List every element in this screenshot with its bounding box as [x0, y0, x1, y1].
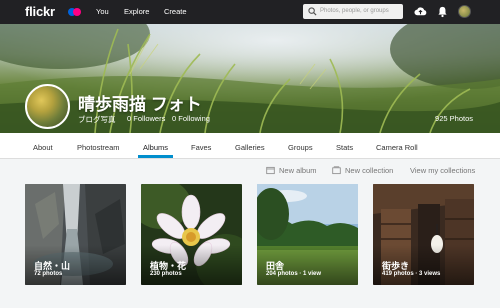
tab-photostream[interactable]: Photostream [77, 143, 120, 152]
album-card-nature-mountain[interactable]: 自然・山 72 photos [25, 184, 126, 285]
followers-link[interactable]: 0 Followers [127, 114, 165, 123]
album-meta: 72 photos [34, 271, 63, 277]
cover-photo [0, 24, 500, 133]
view-collections-link[interactable]: View my collections [410, 166, 475, 175]
album-meta: 230 photos [150, 271, 182, 277]
album-card-countryside[interactable]: 田舎 204 photos · 1 view [257, 184, 358, 285]
tab-stats[interactable]: Stats [336, 143, 353, 152]
new-collection-icon [332, 166, 341, 175]
tab-about[interactable]: About [33, 143, 53, 152]
album-card-city-walk[interactable]: 街歩き 419 photos · 3 views [373, 184, 474, 285]
tab-camera-roll[interactable]: Camera Roll [376, 143, 418, 152]
tab-groups[interactable]: Groups [288, 143, 313, 152]
flickr-logo[interactable]: flickr [25, 4, 55, 19]
profile-name: 晴歩雨描 フォト [78, 95, 202, 114]
nav-explore-link[interactable]: Explore [124, 7, 149, 16]
search-icon [308, 7, 317, 16]
profile-subtitle: ブログ写真 [78, 115, 116, 124]
tab-galleries[interactable]: Galleries [235, 143, 265, 152]
profile-tab-bar: About Photostream Albums Faves Galleries… [0, 133, 500, 159]
view-collections-label: View my collections [410, 166, 476, 175]
flickr-dots-icon[interactable] [68, 8, 82, 16]
tab-faves[interactable]: Faves [191, 143, 211, 152]
nav-create-link[interactable]: Create [164, 7, 187, 16]
new-collection-label: New collection [345, 166, 394, 175]
following-link[interactable]: 0 Following [172, 114, 210, 123]
photo-count: 925 Photos [435, 114, 473, 123]
new-album-label: New album [279, 166, 317, 175]
search-placeholder: Photos, people, or groups [320, 7, 389, 14]
nav-you-link[interactable]: You [96, 7, 109, 16]
upload-cloud-icon[interactable] [414, 5, 427, 18]
new-album-icon [266, 166, 275, 175]
top-nav-bar: flickr You Explore Create Photos, people… [0, 0, 500, 24]
profile-avatar[interactable] [25, 84, 70, 129]
album-meta: 204 photos · 1 view [266, 271, 322, 277]
user-avatar[interactable] [458, 5, 471, 18]
notification-bell-icon[interactable] [436, 5, 449, 18]
new-collection-button[interactable]: New collection [332, 166, 393, 175]
tab-albums[interactable]: Albums [143, 143, 168, 152]
active-tab-indicator [138, 155, 173, 158]
grass-cover-image [0, 24, 500, 133]
search-input[interactable]: Photos, people, or groups [303, 4, 403, 19]
album-meta: 419 photos · 3 views [382, 271, 441, 277]
new-album-button[interactable]: New album [266, 166, 317, 175]
album-card-plants-flowers[interactable]: 植物・花 230 photos [141, 184, 242, 285]
